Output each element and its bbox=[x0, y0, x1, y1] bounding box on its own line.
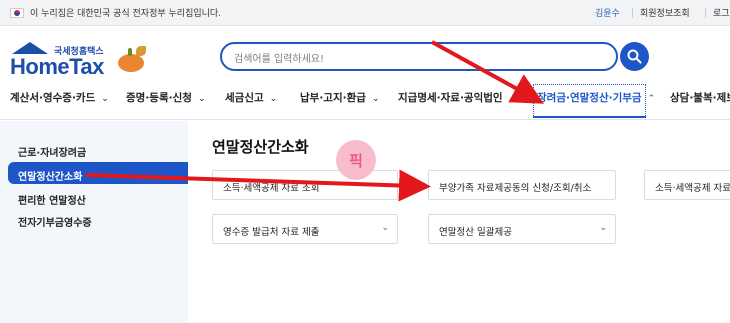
user-name-link[interactable]: 김윤수 bbox=[595, 6, 620, 19]
menu-item-statement[interactable]: 지급명세·자료·공익법인 ⌄ bbox=[398, 90, 516, 105]
menu-focus-outline bbox=[533, 84, 646, 118]
card-label: 연말정산 일괄제공 bbox=[439, 227, 512, 238]
chevron-down-icon: ⌄ bbox=[269, 94, 278, 104]
card-label: 영수증 발급처 자료 제출 bbox=[223, 227, 320, 238]
card-label: 소득·세액공제 자료 조회 bbox=[223, 183, 320, 194]
menu-item-invoice[interactable]: 계산서·영수증·카드 ⌄ bbox=[10, 90, 109, 105]
divider bbox=[705, 8, 706, 18]
pumpkin-icon bbox=[116, 44, 150, 74]
chevron-down-icon: ⌄ bbox=[599, 223, 607, 233]
menu-item-tax-report[interactable]: 세금신고 ⌄ bbox=[225, 90, 277, 105]
sidebar-item-convenient-yearend[interactable]: 편리한 연말정산 bbox=[18, 192, 86, 207]
sidebar-item-simplified-yearend[interactable]: 연말정산간소화 bbox=[18, 168, 82, 183]
menu-item-certificate[interactable]: 증명·등록·신청 ⌄ bbox=[126, 90, 205, 105]
menu-item-label: 지급명세·자료·공익법인 bbox=[398, 92, 503, 104]
hometax-page: 이 누리집은 대한민국 공식 전자정부 누리집입니다. 김윤수 회원정보조회 로… bbox=[0, 0, 730, 323]
card-deduction-download[interactable]: 소득·세액공제 자료 수 bbox=[644, 170, 730, 200]
search-button[interactable] bbox=[620, 42, 649, 71]
menu-item-consult[interactable]: 상담·불복·제보 bbox=[670, 90, 730, 105]
card-receipt-submit[interactable]: 영수증 발급처 자료 제출 ⌄ bbox=[212, 214, 398, 244]
logo-title: HomeTax bbox=[10, 54, 104, 79]
sidebar-item-donation-receipt[interactable]: 전자기부금영수증 bbox=[18, 214, 92, 229]
gov-banner-text: 이 누리집은 대한민국 공식 전자정부 누리집입니다. bbox=[30, 9, 222, 19]
hometax-logo[interactable]: 국세청홈택스 HomeTax bbox=[10, 40, 150, 80]
korea-flag-icon bbox=[10, 8, 24, 18]
chevron-down-icon: ⌄ bbox=[101, 94, 109, 104]
search-input[interactable]: 검색어를 입력하세요! bbox=[220, 42, 618, 71]
sidebar-item-earned-income[interactable]: 근로·자녀장려금 bbox=[18, 144, 86, 159]
menu-item-label: 증명·등록·신청 bbox=[126, 92, 192, 104]
menu-item-payment[interactable]: 납부·고지·환급 ⌄ bbox=[300, 90, 379, 105]
search-icon bbox=[627, 49, 642, 64]
menu-item-label: 세금신고 bbox=[225, 92, 264, 104]
divider bbox=[632, 8, 633, 18]
menu-item-label: 계산서·영수증·카드 bbox=[10, 92, 96, 104]
member-info-link[interactable]: 회원정보조회 bbox=[640, 6, 690, 19]
chevron-down-icon: ⌄ bbox=[197, 94, 206, 104]
search-placeholder: 검색어를 입력하세요! bbox=[234, 54, 324, 65]
menu-item-label: 납부·고지·환급 bbox=[300, 92, 366, 104]
stamp-text: 픽 bbox=[349, 152, 363, 170]
pick-stamp: 픽 bbox=[336, 140, 376, 180]
chevron-down-icon: ⌄ bbox=[508, 94, 517, 104]
card-bulk-provide[interactable]: 연말정산 일괄제공 ⌄ bbox=[428, 214, 616, 244]
chevron-down-icon: ⌄ bbox=[381, 223, 389, 233]
menu-item-label: 상담·불복·제보 bbox=[670, 92, 730, 104]
chevron-down-icon: ⌄ bbox=[371, 94, 380, 104]
logout-link[interactable]: 로그 bbox=[713, 6, 730, 19]
card-label: 소득·세액공제 자료 수 bbox=[655, 183, 730, 194]
house-roof-icon bbox=[12, 42, 48, 54]
chevron-up-icon: ⌃ bbox=[647, 94, 656, 104]
card-dependent-consent[interactable]: 부양가족 자료제공동의 신청/조회/취소 bbox=[428, 170, 616, 200]
gov-banner: 이 누리집은 대한민국 공식 전자정부 누리집입니다. 김윤수 회원정보조회 로… bbox=[0, 0, 730, 26]
menu-active-underline bbox=[533, 116, 646, 118]
card-deduction-inquiry[interactable]: 소득·세액공제 자료 조회 bbox=[212, 170, 398, 200]
page-title: 연말정산간소화 bbox=[212, 138, 309, 156]
card-label: 부양가족 자료제공동의 신청/조회/취소 bbox=[439, 183, 592, 194]
